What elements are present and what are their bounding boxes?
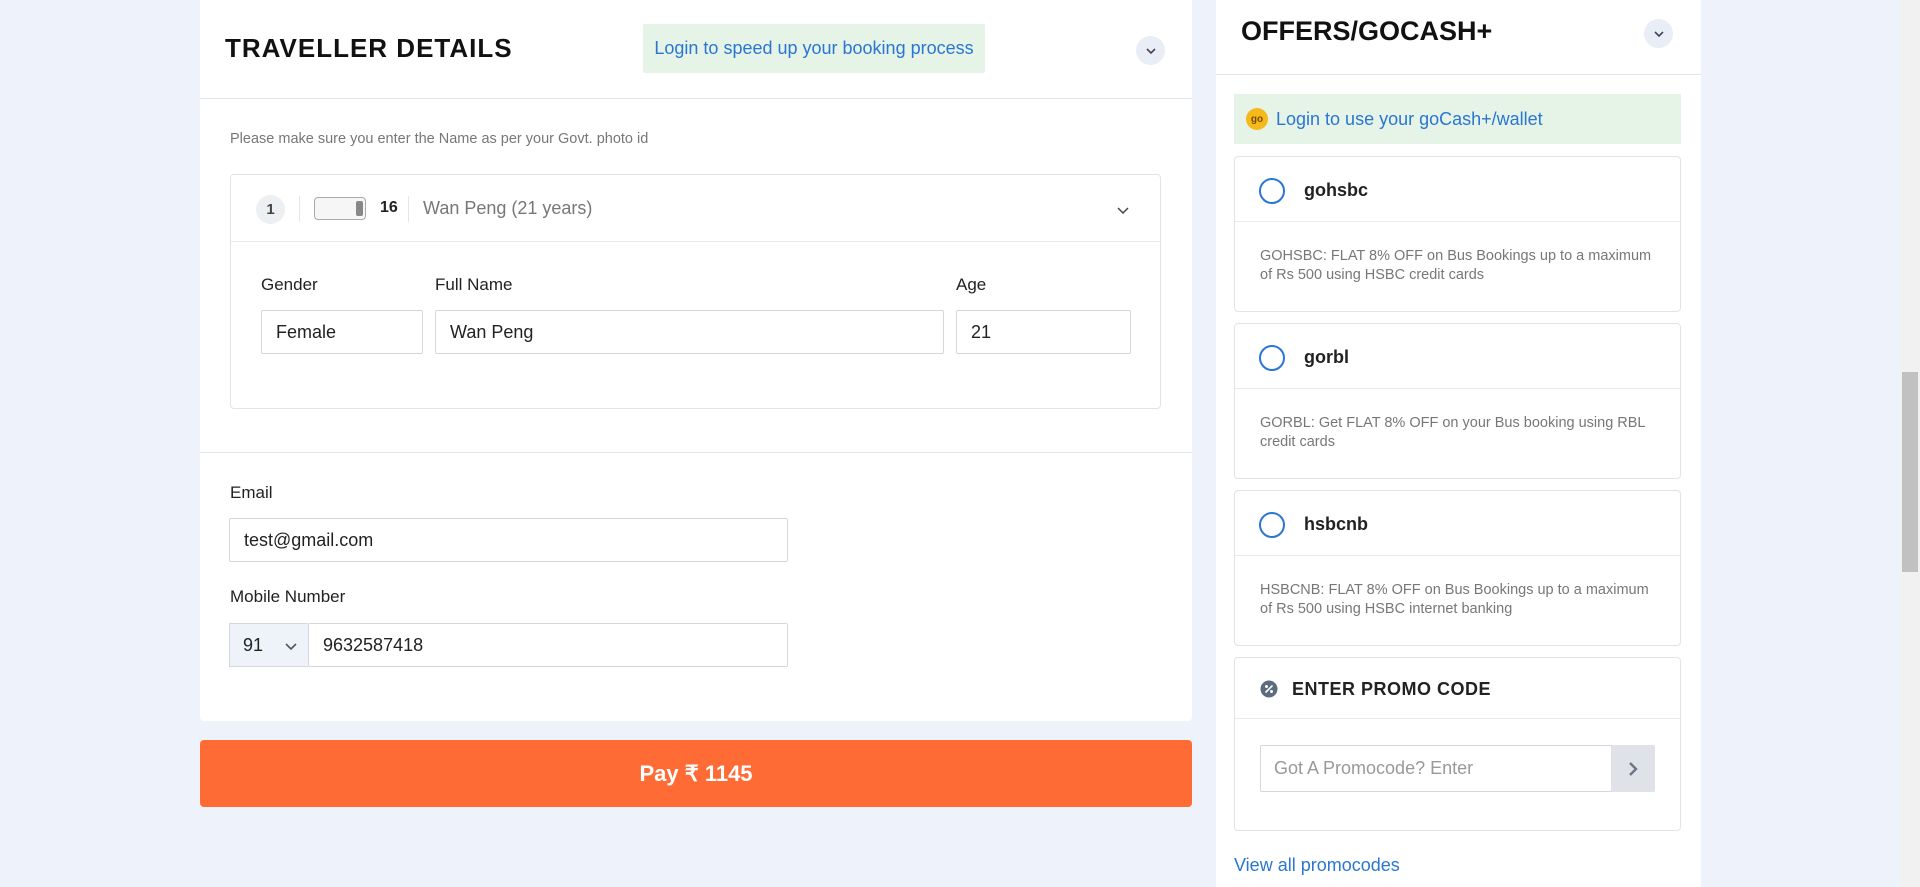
offer-header: gohsbc — [1235, 157, 1680, 222]
offers-header: OFFERS/GOCASH+ — [1216, 0, 1701, 75]
email-label: Email — [230, 483, 273, 502]
age-input[interactable]: 21 — [956, 310, 1131, 354]
gender-select[interactable]: Female — [261, 310, 423, 354]
offer-code: gohsbc — [1304, 180, 1369, 200]
promo-code-title: ENTER PROMO CODE — [1292, 679, 1492, 699]
offer-radio[interactable] — [1259, 512, 1285, 538]
offer-card[interactable]: gohsbc GOHSBC: FLAT 8% OFF on Bus Bookin… — [1234, 156, 1681, 312]
offer-description: HSBCNB: FLAT 8% OFF on Bus Bookings up t… — [1260, 582, 1649, 617]
offer-card[interactable]: gorbl GORBL: Get FLAT 8% OFF on your Bus… — [1234, 323, 1681, 479]
seat-icon — [314, 197, 366, 220]
passenger-summary: Wan Peng (21 years) — [423, 198, 593, 218]
promo-code-header: ENTER PROMO CODE — [1235, 658, 1680, 719]
offer-description: GORBL: Get FLAT 8% OFF on your Bus booki… — [1260, 415, 1645, 450]
gocash-login-banner[interactable]: go Login to use your goCash+/wallet — [1234, 94, 1681, 144]
scrollbar-thumb[interactable] — [1902, 372, 1918, 572]
traveller-details-header: TRAVELLER DETAILS Login to speed up your… — [200, 0, 1192, 99]
offer-header: gorbl — [1235, 324, 1680, 389]
chevron-down-icon — [1145, 47, 1156, 54]
apply-promo-button[interactable] — [1611, 745, 1655, 792]
name-id-note: Please make sure you enter the Name as p… — [230, 131, 649, 147]
passenger-index: 1 — [256, 195, 285, 224]
offer-code: hsbcnb — [1304, 514, 1369, 534]
offer-code: gorbl — [1304, 347, 1349, 367]
offer-header: hsbcnb — [1235, 491, 1680, 556]
pay-button[interactable]: Pay ₹ 1145 — [200, 740, 1192, 807]
divider — [408, 196, 409, 222]
traveller-details-title: TRAVELLER DETAILS — [225, 33, 513, 63]
chevron-down-icon — [285, 643, 297, 651]
country-code-value: 91 — [243, 634, 264, 655]
offers-title: OFFERS/GOCASH+ — [1241, 16, 1493, 46]
discount-badge-icon — [1260, 680, 1278, 698]
country-code-select[interactable]: 91 — [229, 623, 308, 667]
section-divider — [200, 452, 1192, 453]
gocash-icon: go — [1246, 108, 1268, 130]
gocash-login-text: Login to use your goCash+/wallet — [1276, 108, 1543, 129]
offer-radio[interactable] — [1259, 178, 1285, 204]
chevron-down-icon[interactable] — [1116, 203, 1130, 217]
offer-description: GOHSBC: FLAT 8% OFF on Bus Bookings up t… — [1260, 248, 1652, 283]
promo-code-input[interactable]: Got A Promocode? Enter — [1260, 745, 1612, 792]
collapse-offers-button[interactable] — [1644, 19, 1673, 48]
age-label: Age — [956, 275, 987, 294]
mobile-label: Mobile Number — [230, 587, 346, 606]
traveller-details-card: TRAVELLER DETAILS Login to speed up your… — [200, 0, 1192, 721]
offers-card: OFFERS/GOCASH+ go Login to use your goCa… — [1216, 0, 1701, 887]
seat-number: 16 — [380, 199, 398, 216]
full-name-input[interactable]: Wan Peng — [435, 310, 944, 354]
offer-card[interactable]: hsbcnb HSBCNB: FLAT 8% OFF on Bus Bookin… — [1234, 490, 1681, 646]
mobile-input[interactable]: 9632587418 — [308, 623, 788, 667]
divider — [299, 196, 300, 222]
chevron-down-icon — [1653, 30, 1664, 37]
offer-radio[interactable] — [1259, 345, 1285, 371]
promo-code-card: ENTER PROMO CODE Got A Promocode? Enter — [1234, 657, 1681, 831]
login-banner[interactable]: Login to speed up your booking process — [643, 24, 985, 73]
view-all-promocodes-link[interactable]: View all promocodes — [1234, 855, 1400, 876]
passenger-card: 1 16 Wan Peng (21 years) Gender Female F… — [230, 174, 1161, 409]
email-input[interactable]: test@gmail.com — [229, 518, 788, 562]
gender-label: Gender — [261, 275, 318, 294]
full-name-label: Full Name — [435, 275, 513, 294]
chevron-right-icon — [1629, 761, 1638, 776]
collapse-traveller-button[interactable] — [1136, 36, 1165, 65]
passenger-header[interactable]: 1 16 Wan Peng (21 years) — [231, 175, 1160, 242]
